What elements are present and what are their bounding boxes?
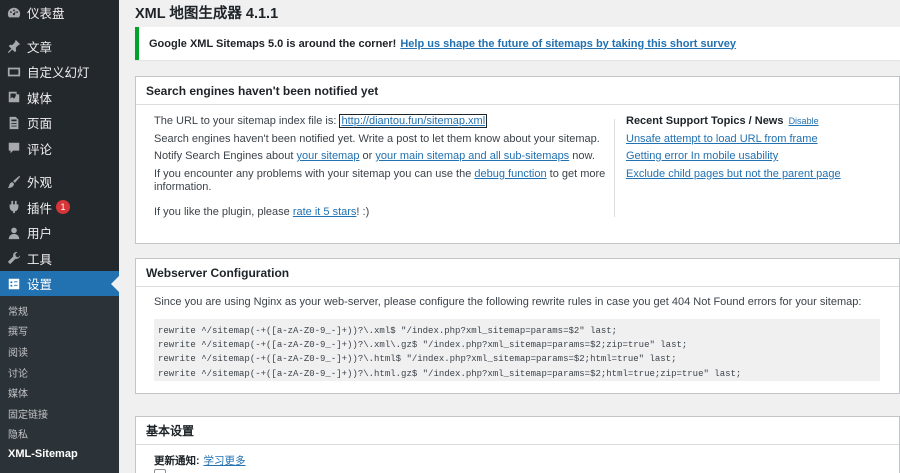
menu-tools[interactable]: 工具 — [0, 246, 119, 272]
disable-news-link[interactable]: Disable — [789, 116, 819, 126]
menu-label: 文章 — [27, 40, 53, 55]
submenu-reading[interactable]: 阅读 — [0, 341, 119, 362]
support-title: Recent Support Topics / News — [626, 115, 784, 127]
menu-users[interactable]: 用户 — [0, 220, 119, 246]
submenu-general[interactable]: 常规 — [0, 300, 119, 321]
pushpin-icon — [6, 38, 22, 54]
support-topic-link[interactable]: Getting error In mobile usability — [626, 150, 778, 162]
dashboard-icon — [6, 5, 22, 21]
menu-settings[interactable]: 设置 — [0, 271, 119, 297]
media-icon — [6, 89, 22, 105]
plugin-icon — [6, 199, 22, 215]
code-line: rewrite ^/sitemap(-+([a-zA-Z0-9_-]+))?\.… — [158, 354, 677, 365]
menu-label: 外观 — [27, 176, 53, 191]
support-topic-link[interactable]: Exclude child pages but not the parent p… — [626, 168, 841, 180]
notify-or: or — [362, 150, 373, 162]
learn-more-link[interactable]: 学习更多 — [204, 455, 246, 467]
survey-link[interactable]: Help us shape the future of sitemaps by … — [400, 38, 736, 50]
support-topics: Recent Support Topics / News Disable Uns… — [626, 113, 896, 183]
settings-checkbox[interactable] — [154, 469, 166, 473]
column-divider — [614, 119, 615, 217]
menu-plugins[interactable]: 插件 1 — [0, 195, 119, 221]
rate-suffix: ! :) — [356, 205, 370, 218]
menu-label: 设置 — [27, 278, 53, 293]
menu-label: 自定义幻灯 — [27, 66, 90, 81]
menu-label: 页面 — [27, 117, 53, 132]
update-notify-label: 更新通知: — [154, 455, 200, 467]
update-count-badge: 1 — [56, 200, 71, 215]
menu-comments[interactable]: 评论 — [0, 136, 119, 162]
settings-icon — [6, 276, 22, 292]
submenu-media[interactable]: 媒体 — [0, 382, 119, 403]
box-title: 基本设置 — [136, 417, 899, 445]
not-notified-text: Search engines haven't been notified yet… — [154, 132, 600, 145]
basic-settings-box: 基本设置 更新通知: 学习更多 — [135, 416, 900, 473]
problems-prefix: If you encounter any problems with your … — [154, 167, 472, 180]
menu-pages[interactable]: 页面 — [0, 110, 119, 136]
rate-prefix: If you like the plugin, please — [154, 205, 290, 218]
notify-all-sitemaps-link[interactable]: your main sitemap and all sub-sitemaps — [375, 150, 569, 162]
notify-status-box: Search engines haven't been notified yet… — [135, 76, 900, 244]
submenu-discussion[interactable]: 讨论 — [0, 362, 119, 383]
debug-function-link[interactable]: debug function — [474, 168, 546, 180]
menu-posts[interactable]: 文章 — [0, 34, 119, 60]
brush-icon — [6, 174, 22, 190]
nginx-instructions: Since you are using Nginx as your web-se… — [154, 296, 862, 308]
menu-label: 用户 — [27, 227, 53, 242]
wrench-icon — [6, 250, 22, 266]
code-line: rewrite ^/sitemap(-+([a-zA-Z0-9_-]+))?\.… — [158, 326, 618, 336]
menu-dashboard[interactable]: 仪表盘 — [0, 0, 119, 26]
submenu-privacy[interactable]: 隐私 — [0, 424, 119, 445]
support-topic-link[interactable]: Unsafe attempt to load URL from frame — [626, 133, 818, 145]
page-icon — [6, 115, 22, 131]
comment-icon — [6, 140, 22, 156]
notify-sitemap-link[interactable]: your sitemap — [296, 150, 359, 162]
menu-label: 评论 — [27, 142, 53, 157]
menu-label: 媒体 — [27, 91, 53, 106]
submenu-writing[interactable]: 撰写 — [0, 321, 119, 342]
menu-label: 工具 — [27, 252, 53, 267]
notice-text: Google XML Sitemaps 5.0 is around the co… — [149, 37, 397, 50]
user-icon — [6, 225, 22, 241]
rate-link[interactable]: rate it 5 stars — [293, 206, 357, 218]
submenu-permalinks[interactable]: 固定链接 — [0, 403, 119, 424]
menu-label: 仪表盘 — [27, 7, 65, 22]
notify-suffix: now. — [572, 150, 595, 162]
submenu-xml-sitemap[interactable]: XML-Sitemap — [0, 444, 119, 465]
status-text: The URL to your sitemap index file is: h… — [154, 113, 609, 221]
notify-prefix: Notify Search Engines about — [154, 150, 294, 162]
menu-label: 插件 — [27, 201, 53, 216]
webserver-config-box: Webserver Configuration Since you are us… — [135, 258, 900, 394]
url-prefix: The URL to your sitemap index file is: — [154, 115, 337, 127]
page-title: XML 地图生成器 4.1.1 — [135, 6, 279, 22]
menu-slides[interactable]: 自定义幻灯 — [0, 59, 119, 85]
settings-submenu: 常规 撰写 阅读 讨论 媒体 固定链接 隐私 XML-Sitemap — [0, 296, 119, 473]
box-title: Search engines haven't been notified yet — [136, 77, 899, 105]
code-line: rewrite ^/sitemap(-+([a-zA-Z0-9_-]+))?\.… — [158, 368, 742, 379]
slides-icon — [6, 64, 22, 80]
box-title: Webserver Configuration — [136, 259, 899, 287]
rewrite-rules-code[interactable]: rewrite ^/sitemap(-+([a-zA-Z0-9_-]+))?\.… — [154, 319, 880, 381]
update-notify-row: 更新通知: 学习更多 — [154, 453, 246, 468]
survey-notice: Google XML Sitemaps 5.0 is around the co… — [135, 27, 900, 60]
main-content: XML 地图生成器 4.1.1 Google XML Sitemaps 5.0 … — [119, 0, 900, 473]
sitemap-url-link[interactable]: http://diantou.fun/sitemap.xml — [339, 114, 488, 128]
menu-appearance[interactable]: 外观 — [0, 169, 119, 195]
code-line: rewrite ^/sitemap(-+([a-zA-Z0-9_-]+))?\.… — [158, 340, 688, 351]
admin-sidebar: 仪表盘 文章 自定义幻灯 媒体 页面 评论 外观 插件 1 用户 工具 设置 常… — [0, 0, 119, 473]
menu-media[interactable]: 媒体 — [0, 85, 119, 111]
